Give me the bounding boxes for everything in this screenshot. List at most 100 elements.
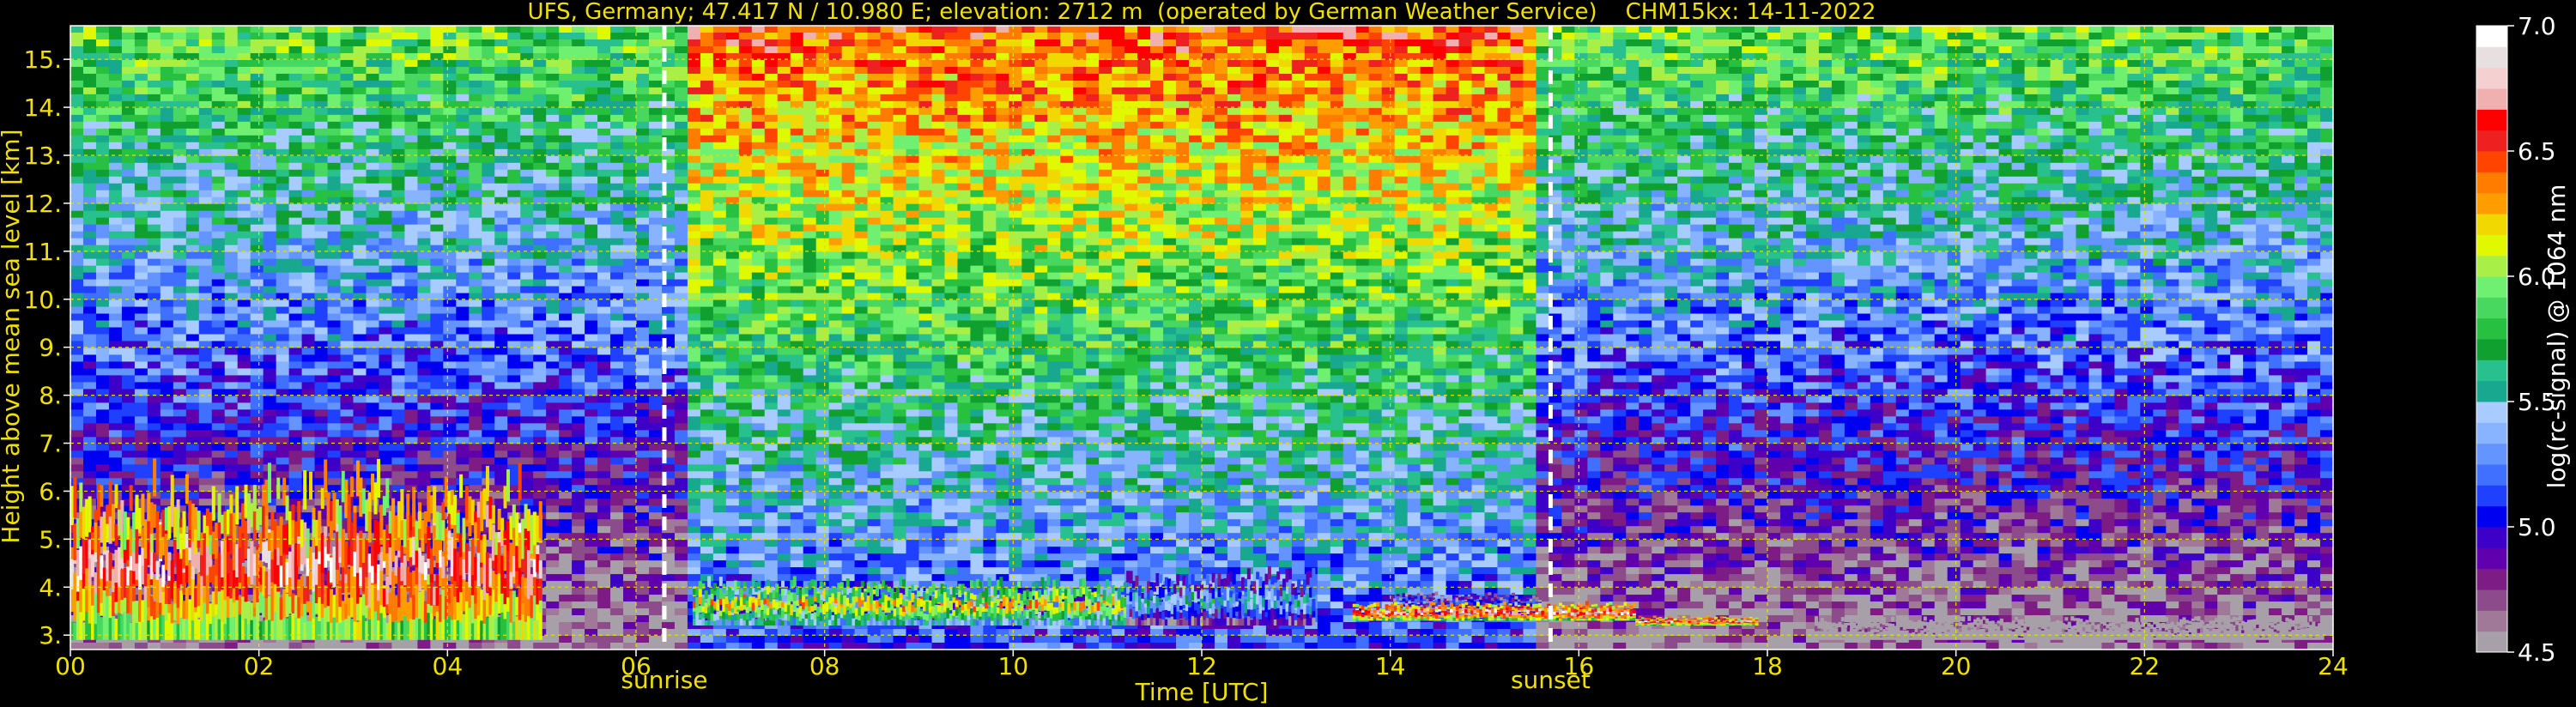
heatmap-cell [1857,114,1871,123]
heatmap-cell [82,121,97,130]
heatmap-cell [623,59,637,68]
heatmap-cell [366,210,380,219]
heatmap-cell [2076,183,2090,191]
heatmap-cell [777,183,791,191]
heatmap-cell [1831,128,1846,136]
heatmap-cell [224,169,239,178]
heatmap-cell [1176,59,1190,68]
heatmap-cell [482,73,495,82]
heatmap-cell [1677,94,1691,102]
heatmap-cell [2127,169,2141,178]
heatmap-cell [996,128,1009,136]
heatmap-cell [276,80,290,88]
heatmap-cell [1446,32,1460,40]
heatmap-cell [160,128,174,136]
heatmap-cell [1407,80,1421,88]
heatmap-cell [2204,87,2218,95]
heatmap-cell [687,217,701,226]
heatmap-cell [1394,190,1409,198]
heatmap-cell [1484,73,1499,82]
heatmap-cell [288,87,303,95]
heatmap-cell [2088,73,2103,82]
heatmap-cell [1458,32,1473,40]
heatmap-cell [559,162,573,171]
heatmap-cell [1998,26,2013,33]
heatmap-cell [1446,45,1460,54]
heatmap-cell [1523,162,1537,171]
heatmap-cell [777,80,791,88]
heatmap-cell [636,66,650,75]
heatmap-cell [1510,32,1524,40]
heatmap-cell [1176,210,1190,219]
heatmap-cell [546,59,560,68]
heatmap-cell [1112,162,1125,171]
heatmap-cell [1240,87,1254,95]
heatmap-cell [2050,155,2064,164]
heatmap-cell [2269,210,2282,219]
heatmap-cell [1934,87,1949,95]
heatmap-cell [443,162,457,171]
heatmap-cell [1844,176,1858,184]
heatmap-cell [1523,183,1537,191]
heatmap-cell [1317,80,1331,88]
heatmap-cell [1921,66,1936,75]
heatmap-cell [854,162,869,171]
heatmap-cell [1278,162,1293,171]
heatmap-cell [1086,169,1100,178]
heatmap-cell [108,39,123,47]
heatmap-cell [712,190,727,198]
heatmap-cell [404,66,418,75]
heatmap-cell [803,39,817,47]
heatmap-cell [725,39,740,47]
heatmap-cell [2076,169,2090,178]
heatmap-cell [1343,107,1357,116]
heatmap-cell [597,39,611,47]
heatmap-cell [1882,94,1897,102]
heatmap-cell [70,128,84,136]
heatmap-cell [1716,183,1730,191]
heatmap-cell [648,203,663,212]
heatmap-cell [764,183,779,191]
heatmap-cell [1214,142,1228,150]
heatmap-cell [2024,210,2039,219]
heatmap-cell [2230,114,2244,123]
heatmap-cell [2101,128,2115,136]
heatmap-cell [1716,128,1730,136]
heatmap-cell [340,45,355,54]
heatmap-cell [185,142,200,150]
heatmap-cell [1394,162,1409,171]
heatmap-cell [2037,210,2052,219]
heatmap-cell [301,80,316,88]
heatmap-cell [725,128,740,136]
heatmap-cell [1613,142,1627,150]
heatmap-cell [1664,45,1678,54]
heatmap-cell [417,203,431,212]
heatmap-cell [1895,176,1910,184]
heatmap-cell [379,203,393,212]
heatmap-cell [1934,176,1949,184]
heatmap-cell [520,190,534,198]
heatmap-cell [160,26,174,33]
heatmap-cell [970,176,984,184]
heatmap-cell [469,39,482,47]
heatmap-cell [1176,203,1190,212]
heatmap-cell [1484,26,1499,33]
heatmap-cell [918,87,933,95]
heatmap-cell [931,59,946,68]
heatmap-cell [648,87,663,95]
heatmap-cell [1536,107,1549,116]
heatmap-cell [1240,107,1254,116]
heatmap-cell [2037,87,2052,95]
heatmap-cell [1639,66,1652,75]
heatmap-cell [648,73,663,82]
heatmap-cell [1227,39,1241,47]
heatmap-cell [314,32,329,40]
heatmap-cell [944,107,959,116]
heatmap-cell [790,183,804,191]
heatmap-cell [700,190,714,198]
heatmap-cell [1252,190,1267,198]
heatmap-cell [2179,210,2192,219]
heatmap-cell [893,169,907,178]
heatmap-cell [276,128,290,136]
heatmap-cell [738,39,753,47]
